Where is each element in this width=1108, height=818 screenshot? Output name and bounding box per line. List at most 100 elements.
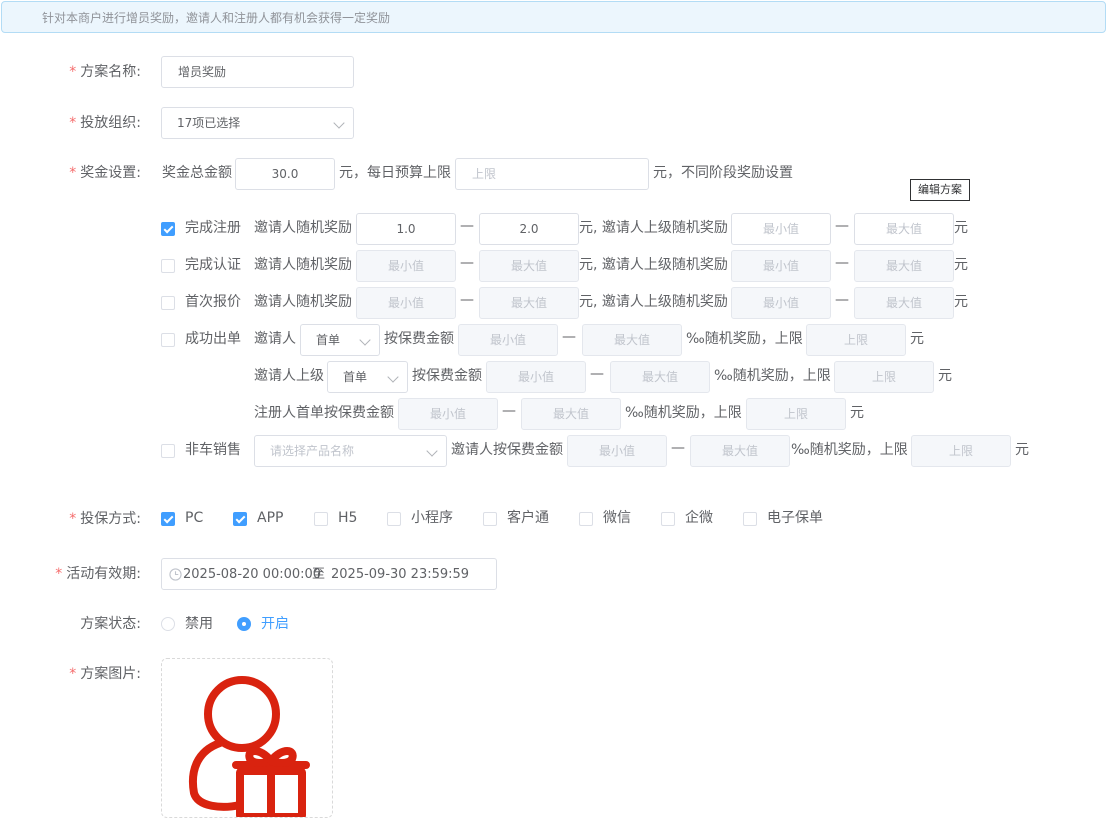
daily-budget-input[interactable]: 上限 <box>455 158 649 190</box>
range-dash: — <box>835 255 849 271</box>
stage-label-first-quote: 首次报价 <box>185 294 241 310</box>
stage-label-nonauto: 非车销售 <box>185 442 241 458</box>
permil-random-label: ‰随机奖励，上限 <box>714 368 831 384</box>
range-dash: — <box>502 403 516 419</box>
date-end[interactable]: 2025-09-30 23:59:59 <box>331 565 469 585</box>
channel-label-wecom: 企微 <box>685 510 713 526</box>
image-uploader[interactable] <box>161 658 333 818</box>
verify-superior-max[interactable]: 最大值 <box>854 250 954 282</box>
deal-registrant-min[interactable]: 最小值 <box>398 398 498 430</box>
yuan-unit: 元 <box>938 368 952 384</box>
range-dash: — <box>835 292 849 308</box>
user-gift-icon <box>189 676 310 817</box>
yuan-unit: 元 <box>954 294 968 310</box>
product-select[interactable]: 请选择产品名称 <box>254 435 447 467</box>
verify-superior-min[interactable]: 最小值 <box>731 250 831 282</box>
deal-superior-limit[interactable]: 上限 <box>834 361 934 393</box>
register-superior-min[interactable]: 最小值 <box>731 213 831 245</box>
edit-plan-tooltip[interactable]: 编辑方案 <box>910 179 970 201</box>
radio-enabled[interactable] <box>237 617 251 631</box>
org-label-text: 投放组织: <box>80 115 141 131</box>
permil-random-label: ‰随机奖励，上限 <box>625 405 742 421</box>
checkbox-e-policy[interactable] <box>743 512 757 526</box>
checkbox-pc[interactable] <box>161 512 175 526</box>
image-label-text: 方案图片: <box>80 666 141 682</box>
org-select[interactable]: 17项已选择 <box>161 107 354 139</box>
date-separator: 至 <box>312 567 326 582</box>
nonauto-limit[interactable]: 上限 <box>911 435 1011 467</box>
status-label: 方案状态: <box>0 614 141 634</box>
superior-random-label: 元, 邀请人上级随机奖励 <box>579 220 728 236</box>
deal-inviter-label: 邀请人 <box>254 331 296 347</box>
deal-inviter-max[interactable]: 最大值 <box>582 324 682 356</box>
inviter-random-label: 邀请人随机奖励 <box>254 257 352 273</box>
checkbox-app[interactable] <box>233 512 247 526</box>
required-mark: * <box>69 666 77 682</box>
checkbox-client-pass[interactable] <box>483 512 497 526</box>
required-mark: * <box>69 64 77 80</box>
status-option-disabled: 禁用 <box>185 616 213 632</box>
verify-inviter-max[interactable]: 最大值 <box>479 250 579 282</box>
quote-superior-min[interactable]: 最小值 <box>731 287 831 319</box>
insure-method-label: * 投保方式: <box>0 509 141 529</box>
checkbox-h5[interactable] <box>314 512 328 526</box>
clock-icon <box>169 568 182 581</box>
inviter-random-label: 邀请人随机奖励 <box>254 220 352 236</box>
deal-superior-min[interactable]: 最小值 <box>486 361 586 393</box>
radio-disabled[interactable] <box>161 617 175 631</box>
deal-inviter-limit[interactable]: 上限 <box>806 324 906 356</box>
deal-superior-select[interactable]: 首单 <box>327 361 408 393</box>
deal-inviter-min[interactable]: 最小值 <box>458 324 558 356</box>
deal-registrant-max[interactable]: 最大值 <box>521 398 621 430</box>
org-select-value: 17项已选择 <box>177 116 241 130</box>
register-superior-max[interactable]: 最大值 <box>854 213 954 245</box>
range-dash: — <box>460 255 474 271</box>
status-label-text: 方案状态: <box>80 616 141 632</box>
nonauto-max[interactable]: 最大值 <box>690 435 790 467</box>
checkbox-nonauto[interactable] <box>161 444 175 458</box>
quote-inviter-max[interactable]: 最大值 <box>479 287 579 319</box>
checkbox-mini-program[interactable] <box>387 512 401 526</box>
period-label-text: 活动有效期: <box>66 566 141 582</box>
chevron-down-icon <box>359 334 371 346</box>
required-mark: * <box>69 115 77 131</box>
total-amount-input[interactable]: 30.0 <box>235 158 335 190</box>
checkbox-first-quote[interactable] <box>161 296 175 310</box>
plan-name-input[interactable]: 增员奖励 <box>161 56 354 88</box>
select-value: 首单 <box>343 370 368 384</box>
range-dash: — <box>671 440 685 456</box>
register-inviter-max[interactable]: 2.0 <box>479 213 579 245</box>
range-dash: — <box>460 292 474 308</box>
required-mark: * <box>69 165 77 181</box>
checkbox-wecom[interactable] <box>661 512 675 526</box>
permil-random-label: ‰随机奖励，上限 <box>791 442 908 458</box>
status-option-enabled: 开启 <box>261 616 289 632</box>
info-banner: 针对本商户进行增员奖励，邀请人和注册人都有机会获得一定奖励 <box>1 1 1106 33</box>
deal-registrant-limit[interactable]: 上限 <box>746 398 846 430</box>
channel-label-client-pass: 客户通 <box>507 510 549 526</box>
plan-name-label-text: 方案名称: <box>80 64 141 80</box>
checkbox-deal[interactable] <box>161 333 175 347</box>
stage-settings-label: 元，不同阶段奖励设置 <box>653 165 793 181</box>
deal-inviter-select[interactable]: 首单 <box>300 324 380 356</box>
checkbox-wechat[interactable] <box>579 512 593 526</box>
checkbox-verify[interactable] <box>161 259 175 273</box>
range-dash: — <box>835 218 849 234</box>
quote-superior-max[interactable]: 最大值 <box>854 287 954 319</box>
daily-budget-label: 元，每日预算上限 <box>339 165 451 181</box>
nonauto-min[interactable]: 最小值 <box>567 435 667 467</box>
date-range-picker[interactable]: 2025-08-20 00:00:00 至 2025-09-30 23:59:5… <box>161 558 497 590</box>
required-mark: * <box>69 511 77 527</box>
yuan-unit: 元 <box>954 220 968 236</box>
permil-random-label: ‰随机奖励，上限 <box>686 331 803 347</box>
image-label: * 方案图片: <box>0 664 141 684</box>
date-start[interactable]: 2025-08-20 00:00:00 <box>183 565 321 585</box>
verify-inviter-min[interactable]: 最小值 <box>356 250 456 282</box>
select-value: 首单 <box>316 333 341 347</box>
channel-label-app: APP <box>257 510 284 526</box>
deal-superior-max[interactable]: 最大值 <box>610 361 710 393</box>
yuan-unit: 元 <box>954 257 968 273</box>
register-inviter-min[interactable]: 1.0 <box>356 213 456 245</box>
checkbox-register[interactable] <box>161 222 175 236</box>
quote-inviter-min[interactable]: 最小值 <box>356 287 456 319</box>
